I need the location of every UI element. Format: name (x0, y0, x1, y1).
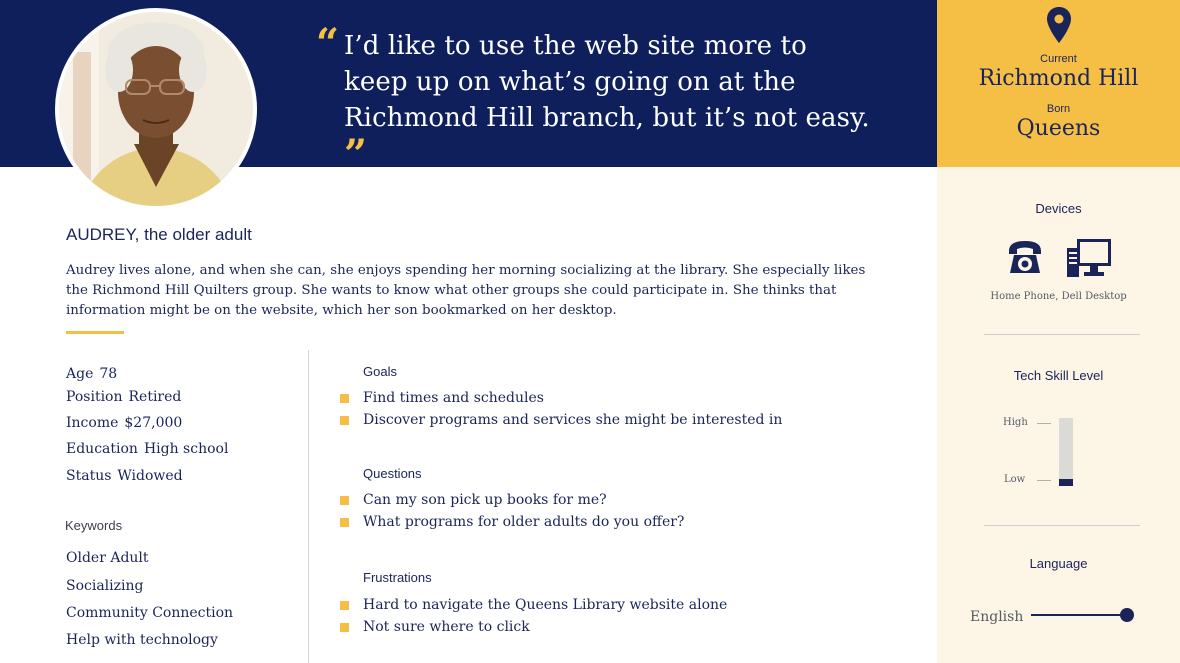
skill-low-tick (1037, 480, 1051, 481)
bullet-marker (340, 416, 349, 425)
attribute-education: Education High school (66, 441, 228, 457)
keyword-item: Socializing (66, 578, 144, 594)
questions-title: Questions (363, 466, 422, 481)
close-quote-mark: ” (344, 131, 368, 178)
bullet-marker (340, 601, 349, 610)
bullet-marker (340, 518, 349, 527)
attribute-income: Income $27,000 (66, 415, 182, 431)
sidebar-divider (984, 525, 1140, 526)
accent-underline (66, 331, 124, 334)
bullet-marker (340, 623, 349, 632)
attribute-value: 78 (99, 366, 118, 382)
devices-caption: Home Phone, Dell Desktop (990, 291, 1127, 302)
persona-name: AUDREY, the older adult (66, 225, 252, 244)
keyword-item: Older Adult (66, 550, 149, 566)
attribute-label: Status (66, 468, 112, 484)
attribute-position: Position Retired (66, 389, 181, 405)
frustration-item: Not sure where to click (363, 619, 530, 635)
question-item: Can my son pick up books for me? (363, 492, 607, 508)
keyword-item: Community Connection (66, 605, 234, 621)
frustrations-title: Frustrations (363, 570, 432, 585)
frustration-item: Hard to navigate the Queens Library webs… (363, 597, 728, 613)
attribute-value: High school (143, 441, 229, 457)
open-quote-mark: “ (316, 20, 340, 67)
birthplace-value: Queens (1016, 116, 1101, 141)
desktop-computer-icon (1067, 239, 1111, 277)
language-slider-track (1031, 614, 1131, 616)
goal-item: Find times and schedules (363, 390, 544, 406)
attribute-value: Widowed (117, 468, 183, 484)
birthplace-label: Born (1046, 103, 1071, 115)
tech-skill-title: Tech Skill Level (1013, 368, 1104, 383)
keywords-title: Keywords (65, 518, 123, 533)
language-title: Language (1029, 556, 1088, 571)
language-value: English (970, 609, 1024, 625)
attribute-age: Age 78 (66, 366, 117, 382)
persona-bio: Audrey lives alone, and when she can, sh… (66, 263, 866, 318)
attribute-label: Education (66, 441, 138, 457)
goals-title: Goals (363, 364, 397, 379)
map-pin-icon (1047, 7, 1071, 43)
sidebar-divider (984, 334, 1140, 335)
location-card: Current Richmond Hill Born Queens (937, 0, 1180, 167)
column-divider (308, 350, 309, 663)
language-slider-knob (1120, 608, 1134, 622)
attribute-label: Income (66, 415, 119, 431)
attribute-label: Position (66, 389, 123, 405)
goal-item: Discover programs and services she might… (363, 412, 783, 428)
persona-quote: “ I’d like to use the web site more to k… (316, 20, 876, 175)
current-location-label: Current (1040, 53, 1077, 65)
attribute-value: $27,000 (124, 415, 183, 431)
keyword-item: Help with technology (66, 632, 218, 648)
skill-high-tick (1037, 423, 1051, 424)
attribute-status: Status Widowed (66, 468, 183, 484)
current-location-value: Richmond Hill (978, 66, 1139, 91)
telephone-icon (1009, 241, 1041, 273)
bullet-marker (340, 496, 349, 505)
quote-text: I’d like to use the web site more to kee… (344, 31, 870, 133)
tech-skill-bar (1059, 418, 1073, 486)
question-item: What programs for older adults do you of… (363, 514, 685, 530)
portrait-image (59, 12, 253, 206)
tech-skill-level-fill (1059, 479, 1073, 486)
avatar (55, 8, 257, 210)
attribute-value: Retired (128, 389, 182, 405)
bullet-marker (340, 394, 349, 403)
persona-sidebar: Devices Home Phone, Dell Desktop Tech Sk… (937, 167, 1180, 663)
skill-high-label: High (1003, 417, 1028, 428)
skill-low-label: Low (1004, 474, 1026, 485)
attribute-label: Age (66, 366, 94, 382)
devices-title: Devices (1035, 201, 1082, 216)
